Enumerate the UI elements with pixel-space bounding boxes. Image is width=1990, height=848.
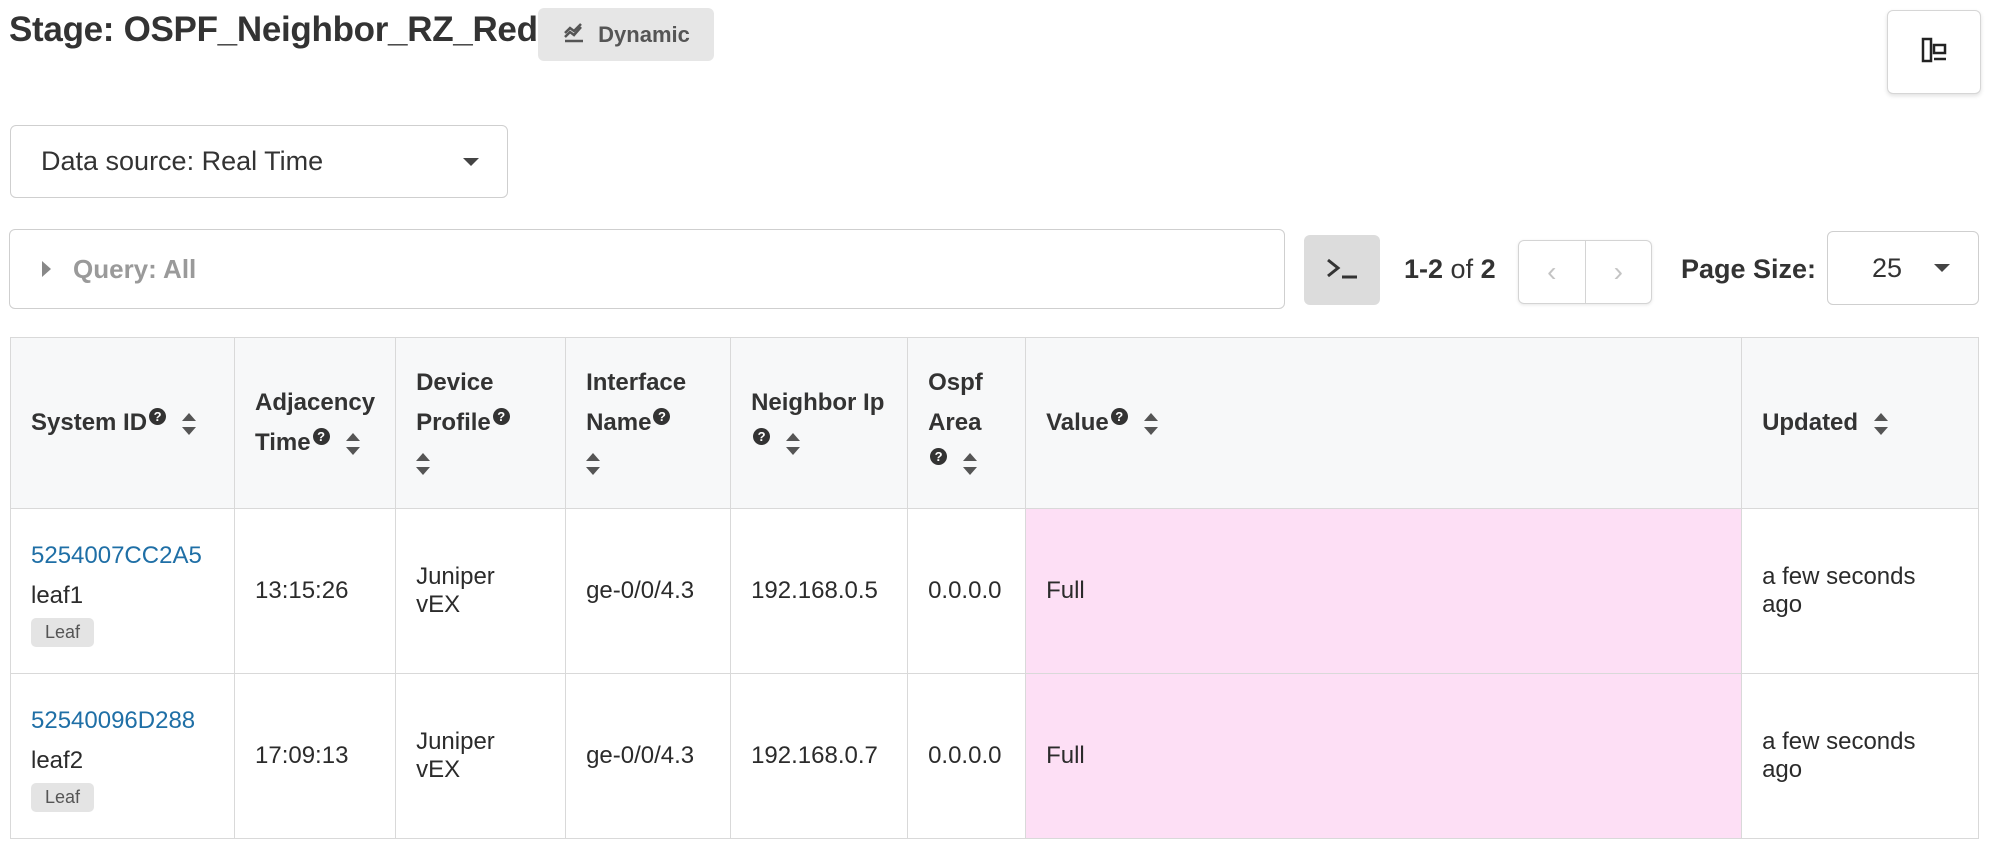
help-icon[interactable]: ?: [312, 428, 330, 445]
device-profile-cell: Juniper vEX: [395, 508, 567, 674]
adjacency-time-cell: 13:15:26: [233, 508, 397, 674]
column-header-neighbor-ip[interactable]: Neighbor Ip?: [730, 337, 909, 509]
sort-icon[interactable]: [963, 452, 978, 475]
dynamic-badge-label: Dynamic: [598, 21, 690, 47]
caret-down-icon: [1934, 264, 1950, 272]
sort-icon[interactable]: [786, 432, 801, 455]
system-id-cell: 5254007CC2A5 leaf1 Leaf: [10, 508, 235, 674]
caret-down-icon: [463, 158, 479, 166]
page-size-label: Page Size:: [1681, 254, 1817, 284]
layout-toggle-icon: [1919, 35, 1949, 70]
data-table: System ID? Adjacency Time? Device Profil…: [10, 337, 1979, 839]
table-header-row: System ID? Adjacency Time? Device Profil…: [10, 337, 1979, 509]
query-label: Query: All: [73, 253, 197, 284]
next-page-button[interactable]: ›: [1586, 241, 1652, 303]
data-source-select[interactable]: Data source: Real Time: [10, 125, 508, 198]
query-terminal-button[interactable]: [1304, 235, 1380, 305]
sort-icon[interactable]: [182, 412, 197, 435]
neighbor-ip-cell: 192.168.0.5: [730, 508, 909, 674]
sort-icon[interactable]: [1143, 412, 1158, 435]
adjacency-time-cell: 17:09:13: [233, 673, 397, 839]
help-icon[interactable]: ?: [492, 408, 510, 425]
device-profile-cell: Juniper vEX: [395, 673, 567, 839]
pagination-summary: 1-2 of 2: [1404, 254, 1496, 284]
sort-icon[interactable]: [1874, 412, 1889, 435]
layout-toggle-button[interactable]: [1887, 10, 1981, 94]
column-header-ospf-area[interactable]: Ospf Area?: [907, 337, 1027, 509]
updated-cell: a few seconds ago: [1741, 673, 1979, 839]
ospf-area-cell: 0.0.0.0: [907, 508, 1027, 674]
page-size-select[interactable]: 25: [1827, 231, 1979, 305]
table-row: 5254007CC2A5 leaf1 Leaf 13:15:26 Juniper…: [10, 508, 1979, 674]
system-name: leaf2: [31, 746, 84, 774]
system-id-cell: 52540096D288 leaf2 Leaf: [10, 673, 235, 839]
sort-icon[interactable]: [586, 452, 601, 475]
caret-right-icon: [42, 261, 51, 277]
sort-icon[interactable]: [416, 452, 431, 475]
role-badge: Leaf: [31, 617, 95, 647]
table-row: 52540096D288 leaf2 Leaf 17:09:13 Juniper…: [10, 673, 1979, 839]
column-header-value[interactable]: Value?: [1025, 337, 1743, 509]
column-header-updated[interactable]: Updated: [1741, 337, 1979, 509]
neighbor-ip-cell: 192.168.0.7: [730, 673, 909, 839]
pagination-controls: ‹ ›: [1518, 240, 1652, 304]
page-size-value: 25: [1872, 252, 1903, 283]
updated-cell: a few seconds ago: [1741, 508, 1979, 674]
chevron-right-icon: ›: [1613, 256, 1623, 287]
dynamic-chart-icon: [562, 20, 586, 50]
help-icon[interactable]: ?: [149, 408, 167, 425]
ospf-area-cell: 0.0.0.0: [907, 673, 1027, 839]
help-icon[interactable]: ?: [653, 408, 671, 425]
sort-icon[interactable]: [345, 432, 360, 455]
chevron-left-icon: ‹: [1547, 256, 1557, 287]
help-icon[interactable]: ?: [1110, 408, 1128, 425]
column-header-adjacency-time[interactable]: Adjacency Time?: [233, 337, 397, 509]
value-cell: Full: [1025, 508, 1743, 674]
role-badge: Leaf: [31, 782, 95, 812]
column-header-device-profile[interactable]: Device Profile?: [395, 337, 567, 509]
terminal-icon: [1324, 256, 1360, 285]
prev-page-button[interactable]: ‹: [1519, 241, 1586, 303]
column-header-interface-name[interactable]: Interface Name?: [565, 337, 732, 509]
system-name: leaf1: [31, 581, 84, 609]
system-id-link[interactable]: 52540096D288: [31, 701, 214, 741]
help-icon[interactable]: ?: [753, 428, 771, 445]
data-source-label: Data source: Real Time: [41, 146, 324, 176]
interface-name-cell: ge-0/0/4.3: [565, 508, 732, 674]
query-expander[interactable]: Query: All: [9, 229, 1285, 309]
help-icon[interactable]: ?: [930, 448, 948, 465]
page-title: Stage: OSPF_Neighbor_RZ_Red: [9, 10, 538, 49]
interface-name-cell: ge-0/0/4.3: [565, 673, 732, 839]
column-header-system-id[interactable]: System ID?: [10, 337, 235, 509]
system-id-link[interactable]: 5254007CC2A5: [31, 536, 214, 576]
value-cell: Full: [1025, 673, 1743, 839]
dynamic-badge: Dynamic: [538, 8, 714, 61]
